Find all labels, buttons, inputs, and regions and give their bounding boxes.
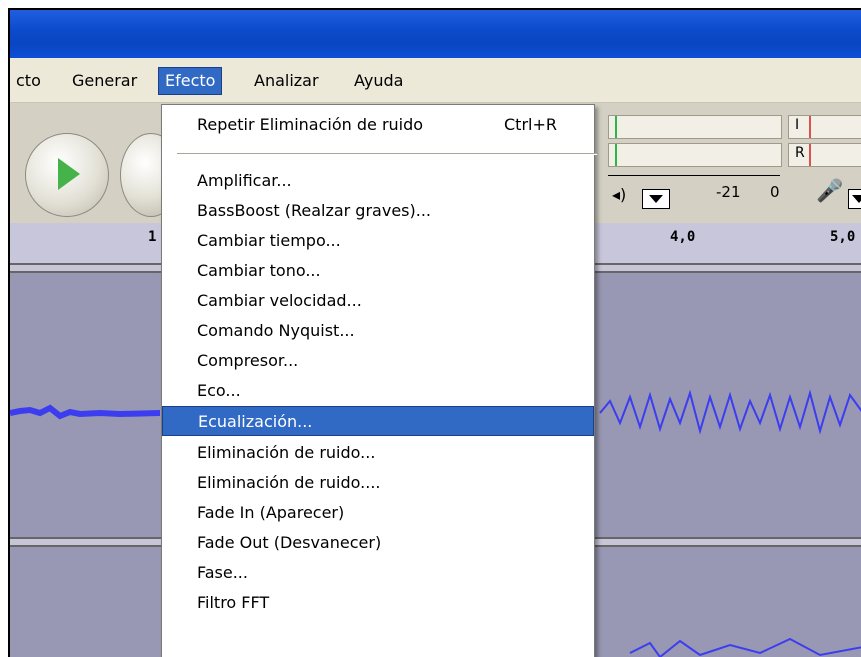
play-button[interactable] [25, 133, 109, 217]
effect-item-cambiar-velocidad[interactable]: Cambiar velocidad... [167, 286, 603, 316]
menu-editar[interactable]: cto [10, 67, 47, 95]
meter-mark-0: 0 [770, 183, 780, 201]
effect-item-cambiar-tono[interactable]: Cambiar tono... [167, 256, 603, 286]
menu-ayuda[interactable]: Ayuda [348, 67, 409, 95]
effect-item-cambiar-tiempo[interactable]: Cambiar tiempo... [167, 226, 603, 256]
effect-item-ecualizacion[interactable]: Ecualización... [162, 406, 594, 436]
mic-dropdown-button[interactable] [848, 189, 861, 209]
effect-item-compresor[interactable]: Compresor... [167, 346, 603, 376]
audacity-window: cto Generar Efecto Analizar Ayuda I R ◂)… [8, 8, 861, 657]
record-meter-right[interactable]: R [788, 143, 861, 167]
effect-item-fade-in[interactable]: Fade In (Aparecer) [167, 498, 603, 528]
dropdown-arrow-icon [649, 195, 663, 203]
effect-item-fase[interactable]: Fase... [167, 558, 603, 588]
effect-item-eco[interactable]: Eco... [167, 376, 603, 406]
meter-scale [608, 169, 780, 176]
effect-item-eliminacion-ruido-2[interactable]: Eliminación de ruido.... [167, 468, 603, 498]
effect-item-amplificar[interactable]: Amplificar... [167, 166, 603, 196]
effect-item-eliminacion-ruido[interactable]: Eliminación de ruido... [167, 438, 603, 468]
waveform-track-2 [629, 637, 861, 657]
ruler-label-5: 5,0 [830, 229, 856, 245]
effect-item-fade-out[interactable]: Fade Out (Desvanecer) [167, 528, 603, 558]
ruler-label-4: 4,0 [670, 229, 696, 245]
menu-separator [177, 153, 597, 155]
effect-item-comando-nyquist[interactable]: Comando Nyquist... [167, 316, 603, 346]
playback-meter[interactable] [608, 115, 782, 139]
menu-analizar[interactable]: Analizar [248, 67, 325, 95]
dropdown-arrow-icon [852, 195, 861, 203]
effect-item-filtro-fft[interactable]: Filtro FFT [167, 588, 603, 618]
effect-menu-dropdown: Repetir Eliminación de ruido Ctrl+R Ampl… [161, 104, 597, 657]
microphone-icon: 🎤 [816, 179, 844, 204]
volume-dropdown-button[interactable] [642, 189, 670, 209]
ruler-label-1: 1 [148, 229, 157, 245]
meter-channel-right: R [795, 145, 805, 161]
menu-generar[interactable]: Generar [66, 67, 143, 95]
repeat-effect-shortcut: Ctrl+R [504, 115, 557, 134]
repeat-effect-item[interactable]: Repetir Eliminación de ruido Ctrl+R [167, 110, 603, 140]
playback-meter-right[interactable] [608, 143, 782, 167]
repeat-effect-label: Repetir Eliminación de ruido [197, 115, 424, 134]
title-bar [10, 10, 861, 58]
record-meter[interactable]: I [788, 115, 861, 139]
menu-efecto[interactable]: Efecto [158, 67, 223, 95]
volume-icon: ◂) [612, 185, 627, 204]
meter-channel-left: I [795, 117, 800, 133]
effect-item-bassboost[interactable]: BassBoost (Realzar graves)... [167, 196, 603, 226]
meter-mark-minus21: -21 [716, 183, 741, 201]
menu-bar: cto Generar Efecto Analizar Ayuda [10, 58, 861, 103]
